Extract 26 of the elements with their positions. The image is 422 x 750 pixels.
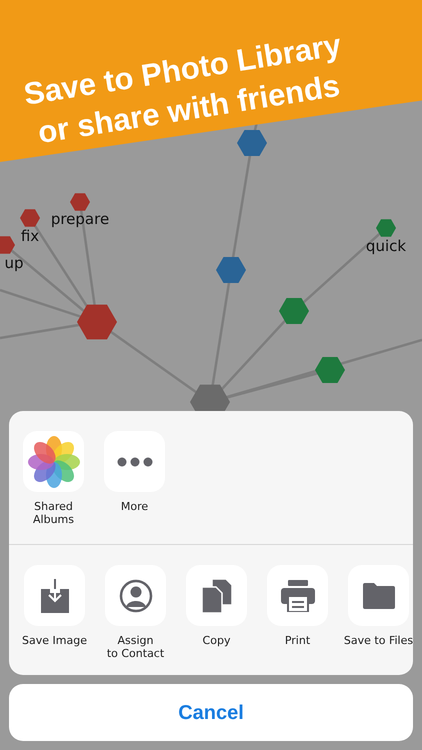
- share-action-button[interactable]: [267, 565, 328, 626]
- contact-icon: [118, 578, 152, 612]
- share-action-button[interactable]: [105, 565, 166, 626]
- share-app-button[interactable]: [104, 431, 165, 492]
- share-label: Assign to Contact: [106, 634, 164, 660]
- share-action-button[interactable]: [24, 565, 85, 626]
- download-icon: [40, 578, 68, 612]
- node-label: fix: [20, 227, 40, 245]
- copy-icon: [202, 578, 232, 612]
- cancel-button[interactable]: Cancel: [9, 684, 413, 741]
- printer-icon: [280, 580, 314, 612]
- folder-icon: [362, 582, 394, 608]
- share-label: More: [120, 500, 148, 513]
- node-label: prepare: [50, 210, 110, 228]
- share-label: Save to Files: [344, 634, 413, 647]
- share-label: Shared Albums: [33, 500, 74, 526]
- share-label: Save Image: [22, 634, 87, 647]
- share-label: Copy: [202, 634, 230, 647]
- node-label: up: [4, 254, 24, 272]
- flower-icon: [28, 436, 80, 488]
- share-label: Print: [284, 634, 310, 647]
- more-icon: [116, 456, 152, 466]
- node-label: quick: [366, 237, 406, 255]
- share-app-button[interactable]: [23, 431, 84, 492]
- share-action-button[interactable]: [348, 565, 409, 626]
- share-action-button[interactable]: [186, 565, 247, 626]
